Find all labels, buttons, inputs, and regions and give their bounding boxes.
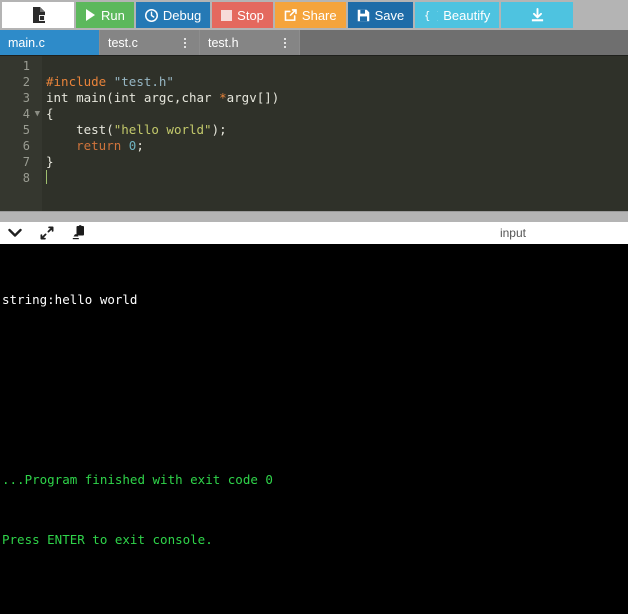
- code-line-8: [46, 170, 628, 186]
- debug-button-label: Debug: [162, 7, 202, 23]
- console-toolbar: input: [0, 221, 628, 244]
- code-line-3: int main(int argc,char *argv[]): [46, 90, 628, 106]
- tab-test-h[interactable]: test.h: [200, 30, 300, 55]
- line-number: 2: [22, 75, 30, 89]
- code-line-7: }: [46, 154, 628, 170]
- console-output[interactable]: string:hello world ...Program finished w…: [0, 243, 628, 614]
- tab-label: test.h: [208, 35, 239, 50]
- console-input-label: input: [499, 225, 526, 240]
- console-line: Press ENTER to exit console.: [2, 531, 213, 547]
- line-number: 3: [22, 91, 30, 105]
- run-button[interactable]: Run: [76, 2, 134, 28]
- main-toolbar: Run Debug Stop Share Save {Beautify: [0, 0, 628, 30]
- tab-test-c[interactable]: test.c: [100, 30, 200, 55]
- code-line-6: return 0;: [46, 138, 628, 154]
- download-button[interactable]: [501, 2, 574, 28]
- file-icon: [31, 7, 45, 23]
- floppy-disk-icon: [357, 9, 370, 22]
- preprocessor-directive: #include: [46, 74, 107, 89]
- stop-square-icon: [221, 9, 233, 21]
- line-number: 6: [22, 139, 30, 153]
- tab-label: main.c: [8, 35, 45, 50]
- download-icon: [530, 7, 545, 23]
- expand-arrows-icon[interactable]: [38, 224, 56, 242]
- braces-icon: { }: [424, 9, 438, 22]
- tab-bar-empty-space: [300, 30, 628, 55]
- run-button-label: Run: [101, 7, 125, 23]
- chevron-down-icon[interactable]: [6, 224, 24, 242]
- code-fold-icon[interactable]: ▼: [35, 106, 40, 122]
- debug-button[interactable]: Debug: [135, 2, 211, 28]
- close-brace: }: [46, 154, 54, 169]
- save-button-label: Save: [374, 7, 405, 23]
- text-cursor: [46, 170, 47, 184]
- console-toolbar-icons: [6, 224, 88, 242]
- test-call-suffix: );: [211, 122, 227, 137]
- play-icon: [85, 9, 96, 21]
- code-line-5: test("hello world");: [46, 122, 628, 138]
- tab-main-c[interactable]: main.c: [0, 30, 100, 55]
- line-number: 7: [22, 155, 30, 169]
- ide-window: Run Debug Stop Share Save {Beautify mai…: [0, 0, 628, 614]
- line-number-gutter: 1 2 3 4 ▼ 5 6 7 8: [0, 56, 42, 211]
- line-number: 1: [22, 59, 30, 73]
- stop-button-label: Stop: [237, 7, 264, 23]
- console-line: string:hello world: [2, 291, 138, 307]
- share-button[interactable]: Share: [274, 2, 346, 28]
- clear-console-icon[interactable]: [70, 224, 88, 242]
- open-brace: {: [46, 106, 54, 121]
- line-number: 4 ▼: [0, 106, 42, 122]
- hello-world-string: "hello world": [113, 122, 212, 137]
- stop-button[interactable]: Stop: [212, 2, 273, 28]
- line-number: 5: [22, 123, 30, 137]
- svg-text:{ }: { }: [424, 10, 438, 22]
- share-icon: [284, 8, 297, 22]
- code-line-2: #include "test.h": [46, 74, 628, 90]
- include-header-string: "test.h": [113, 74, 174, 89]
- line-number: 8: [22, 171, 30, 185]
- new-file-button[interactable]: [2, 2, 74, 28]
- code-editor[interactable]: 1 2 3 4 ▼ 5 6 7 8 #include "test.h" int …: [0, 55, 628, 211]
- return-keyword: return: [46, 138, 129, 153]
- test-call-prefix: test(: [46, 122, 114, 137]
- console-line: ...Program finished with exit code 0: [2, 471, 273, 487]
- line-number-text: 4: [22, 107, 30, 121]
- beautify-button-label: Beautify: [443, 7, 491, 23]
- code-line-4: {: [46, 106, 628, 122]
- main-signature-part1: int main(int argc,char: [46, 90, 220, 105]
- file-tab-bar: main.c test.c test.h: [0, 30, 628, 55]
- pointer-star: *: [219, 90, 227, 105]
- editor-console-splitter[interactable]: [0, 210, 628, 222]
- save-button[interactable]: Save: [347, 2, 414, 28]
- tab-kebab-menu-icon[interactable]: [279, 37, 291, 48]
- main-signature-part2: argv[]): [226, 90, 280, 105]
- debug-circle-icon: [144, 8, 158, 22]
- return-semicolon: ;: [136, 138, 144, 153]
- beautify-button[interactable]: { } Beautify: [415, 2, 500, 28]
- code-content[interactable]: #include "test.h" int main(int argc,char…: [42, 56, 628, 211]
- tab-kebab-menu-icon[interactable]: [179, 37, 191, 48]
- share-button-label: Share: [301, 7, 337, 23]
- tab-label: test.c: [108, 35, 138, 50]
